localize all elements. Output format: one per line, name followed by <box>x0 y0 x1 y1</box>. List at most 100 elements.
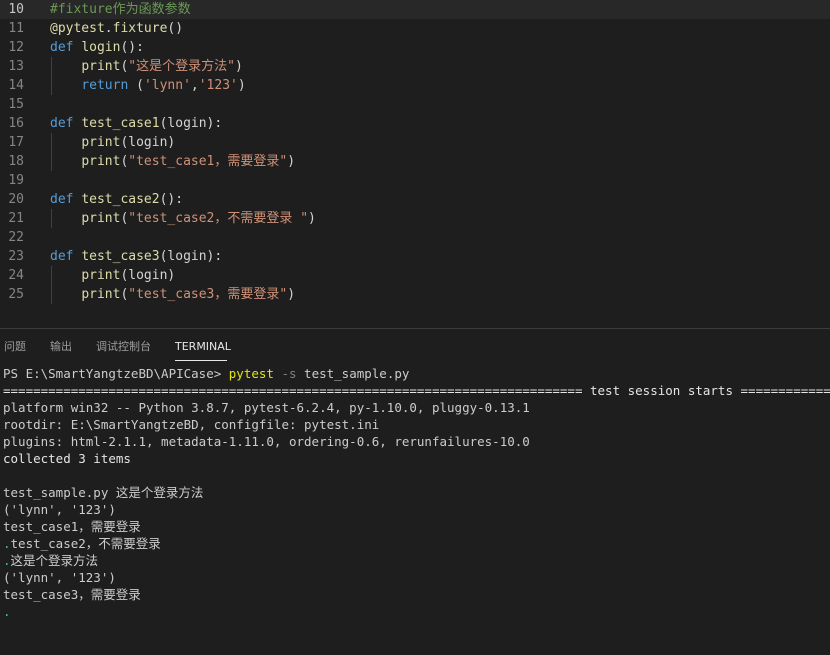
code-token: . <box>104 21 113 36</box>
code-line[interactable]: 22 <box>0 228 830 247</box>
code-text: def test_case1(login): <box>50 114 222 133</box>
code-line[interactable]: 12 def login(): <box>0 38 830 57</box>
code-token: #fixture作为函数参数 <box>50 2 191 17</box>
code-token: ) <box>237 78 246 93</box>
line-number: 22 <box>8 230 24 245</box>
terminal-line: PS E:\SmartYangtzeBD\APICase> pytest -s … <box>3 365 409 382</box>
code-line[interactable]: 17 print(login) <box>0 133 830 152</box>
terminal-token: ('lynn', '123') <box>3 570 116 585</box>
code-token: test_case2 <box>81 192 160 207</box>
code-line[interactable]: 19 <box>0 171 830 190</box>
tab-terminal[interactable]: TERMINAL <box>175 339 231 355</box>
code-token: @pytest <box>50 21 105 36</box>
code-token: ) <box>287 154 296 169</box>
code-line[interactable]: 23 def test_case3(login): <box>0 247 830 266</box>
line-number: 24 <box>8 268 24 283</box>
line-number: 15 <box>8 97 24 112</box>
code-line[interactable]: 24 print(login) <box>0 266 830 285</box>
terminal-line: rootdir: E:\SmartYangtzeBD, configfile: … <box>3 416 379 433</box>
terminal-token: 这是个登录方法 <box>10 553 99 568</box>
code-line[interactable]: 18 print("test_case1，需要登录") <box>0 152 830 171</box>
code-token: () <box>167 21 184 36</box>
code-token: "test_case3，需要登录" <box>128 287 288 302</box>
line-number: 11 <box>8 21 24 36</box>
terminal-token: platform win32 -- Python 3.8.7, pytest-6… <box>3 400 530 415</box>
terminal-line: ('lynn', '123') <box>3 569 116 586</box>
line-number: 25 <box>8 287 24 302</box>
code-token: return <box>81 78 137 93</box>
terminal-token: PS E:\SmartYangtzeBD\APICase> <box>3 366 229 381</box>
code-token: test_case3 <box>81 249 160 264</box>
code-line[interactable]: 16 def test_case1(login): <box>0 114 830 133</box>
terminal-line: test_sample.py 这是个登录方法 <box>3 484 203 501</box>
code-text: print("这是个登录方法") <box>50 57 243 76</box>
tab-debug-console[interactable]: 调试控制台 <box>96 339 151 355</box>
terminal-token: -s <box>273 366 297 381</box>
terminal-token: pytest <box>228 366 274 381</box>
indent-guide <box>51 133 52 171</box>
code-line[interactable]: 25 print("test_case3，需要登录") <box>0 285 830 304</box>
terminal-token: test_case2，不需要登录 <box>10 536 161 551</box>
code-token: def <box>50 249 82 264</box>
terminal-line: platform win32 -- Python 3.8.7, pytest-6… <box>3 399 530 416</box>
code-line[interactable]: 13 print("这是个登录方法") <box>0 57 830 76</box>
code-token: def <box>50 192 82 207</box>
terminal-line: test_case3，需要登录 <box>3 586 141 603</box>
line-number: 23 <box>8 249 24 264</box>
code-token: ) <box>234 59 243 74</box>
terminal-line: .这是个登录方法 <box>3 552 98 569</box>
active-tab-indicator <box>175 360 227 361</box>
line-number: 10 <box>8 2 24 17</box>
code-line[interactable]: 11 @pytest.fixture() <box>0 19 830 38</box>
terminal-line: . <box>3 603 11 620</box>
line-number: 20 <box>8 192 24 207</box>
tab-problems[interactable]: 问题 <box>4 339 26 355</box>
code-line[interactable]: 21 print("test_case2，不需要登录 ") <box>0 209 830 228</box>
code-text: return ('lynn','123') <box>50 76 246 95</box>
terminal-token: collected 3 items <box>3 451 131 466</box>
code-text: print("test_case2，不需要登录 ") <box>50 209 316 228</box>
terminal-token: plugins: html-2.1.1, metadata-1.11.0, or… <box>3 434 530 449</box>
tab-output[interactable]: 输出 <box>50 339 72 355</box>
code-token: ( <box>136 78 144 93</box>
code-text: #fixture作为函数参数 <box>50 0 191 19</box>
line-number: 17 <box>8 135 24 150</box>
code-token: (login): <box>159 116 223 131</box>
terminal-line: plugins: html-2.1.1, metadata-1.11.0, or… <box>3 433 530 450</box>
terminal-output[interactable]: PS E:\SmartYangtzeBD\APICase> pytest -s … <box>0 363 830 655</box>
code-line[interactable]: 10 #fixture作为函数参数 <box>0 0 830 19</box>
code-editor[interactable]: 10 #fixture作为函数参数 11 @pytest.fixture() 12 def… <box>0 0 830 328</box>
code-text: @pytest.fixture() <box>50 19 183 38</box>
code-token: "这是个登录方法" <box>128 59 235 74</box>
terminal-token: rootdir: E:\SmartYangtzeBD, configfile: … <box>3 417 380 432</box>
line-number: 21 <box>8 211 24 226</box>
terminal-line: .test_case2，不需要登录 <box>3 535 161 552</box>
terminal-line: ========================================… <box>3 382 830 399</box>
code-token: print <box>81 154 121 169</box>
code-line[interactable]: 20 def test_case2(): <box>0 190 830 209</box>
code-text: def test_case2(): <box>50 190 183 209</box>
line-number: 12 <box>8 40 24 55</box>
code-text: print("test_case3，需要登录") <box>50 285 295 304</box>
code-token: print <box>81 135 121 150</box>
terminal-token: . <box>3 536 11 551</box>
terminal-token: . <box>3 553 11 568</box>
line-number: 13 <box>8 59 24 74</box>
terminal-token: ========================================… <box>3 383 830 398</box>
code-token: print <box>81 211 121 226</box>
indent-guide <box>51 57 52 95</box>
line-number: 18 <box>8 154 24 169</box>
code-text: def login(): <box>50 38 144 57</box>
code-token: print <box>81 59 121 74</box>
code-line[interactable]: 14 return ('lynn','123') <box>0 76 830 95</box>
code-token: print <box>81 287 121 302</box>
indent-guide <box>51 209 52 228</box>
code-token: (): <box>159 192 184 207</box>
terminal-line: collected 3 items <box>3 450 131 467</box>
code-token: (login): <box>159 249 223 264</box>
code-line[interactable]: 15 <box>0 95 830 114</box>
